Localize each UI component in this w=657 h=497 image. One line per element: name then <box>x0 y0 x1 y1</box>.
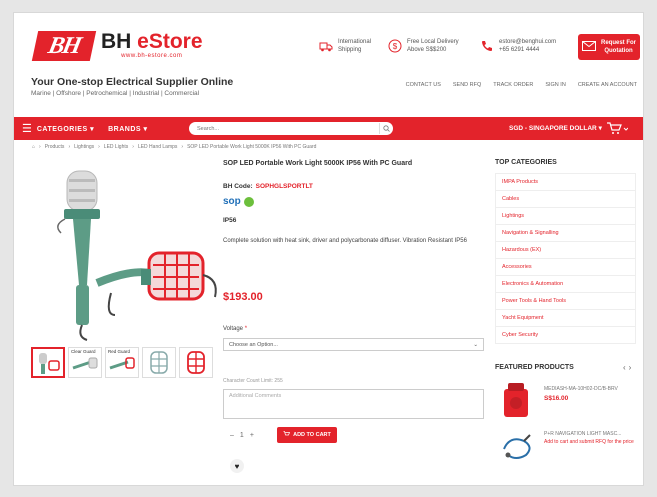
featured-product-name[interactable]: P+R NAVIGATION LIGHT MASC... <box>544 431 636 437</box>
svg-text:$: $ <box>393 42 398 51</box>
truck-icon <box>319 39 333 53</box>
create-account-link[interactable]: CREATE AN ACCOUNT <box>578 82 637 88</box>
email-link[interactable]: estore@benghui.com <box>499 38 556 46</box>
free-delivery: $ Free Local Delivery Above S$$200 <box>388 38 459 54</box>
voltage-select[interactable]: Choose an Option... ⌄ <box>223 338 484 351</box>
add-to-cart-button[interactable]: ADD TO CART <box>277 427 337 443</box>
comments-textarea[interactable]: Additional Comments <box>223 389 484 419</box>
breadcrumb-item[interactable]: LED Lights <box>104 144 128 150</box>
brands-menu[interactable]: BRANDS ▾ <box>108 125 147 133</box>
top-categories-list: IMPA Products Cables Lightings Navigatio… <box>495 173 636 344</box>
voltage-label: Voltage * <box>223 326 248 332</box>
thumbnail[interactable] <box>31 347 65 378</box>
cart-icon <box>283 431 291 439</box>
category-link[interactable]: Accessories <box>495 259 636 276</box>
logo-mark: BH <box>31 31 97 61</box>
character-limit: Character Count Limit: 255 <box>223 378 283 384</box>
track-order-link[interactable]: TRACK ORDER <box>493 82 533 88</box>
brand-logo[interactable]: sop <box>223 196 254 207</box>
currency-selector[interactable]: SGD - SINGAPORE DOLLAR ▾ <box>509 124 602 132</box>
phone-icon <box>480 39 494 53</box>
logo-url: www.bh-estore.com <box>121 53 183 59</box>
product-price: $193.00 <box>223 291 263 303</box>
logo[interactable]: BH BH eStore www.bh-estore.com <box>31 30 203 61</box>
product-description: Complete solution with heat sink, driver… <box>223 238 467 244</box>
mail-icon <box>582 40 596 54</box>
tagline: Your One-stop Electrical Supplier Online <box>31 76 234 88</box>
breadcrumb-current: SOP LED Portable Work Light 5000K IP56 W… <box>187 144 317 150</box>
increment-button[interactable]: + <box>250 432 254 439</box>
breadcrumb-item[interactable]: Products <box>45 144 65 150</box>
chevron-down-icon: ⌄ <box>473 341 478 348</box>
cart-icon[interactable] <box>606 122 629 140</box>
quantity-value[interactable]: 1 <box>240 432 244 439</box>
home-icon[interactable]: ⌂ <box>32 144 35 150</box>
bh-code: BH Code: SOPHGLSPORTLT <box>223 183 313 190</box>
category-link[interactable]: Power Tools & Hand Tools <box>495 293 636 310</box>
request-quotation-button[interactable]: Request For Quotation <box>578 34 640 60</box>
thumbnail-strip: Clear Guard Red Guard <box>31 347 213 378</box>
featured-product-name[interactable]: MEDIASH-MA-10H02-DC/B-BRV <box>544 386 636 392</box>
category-link[interactable]: Electronics & Automation <box>495 276 636 293</box>
wishlist-heart-icon[interactable]: ♥ <box>230 459 244 473</box>
phone-number[interactable]: +65 6291 4444 <box>499 46 556 54</box>
breadcrumb-item[interactable]: LED Hand Lamps <box>138 144 177 150</box>
thumbnail[interactable]: Red Guard <box>105 347 139 378</box>
carousel-arrows[interactable]: ‹› <box>623 363 634 372</box>
contact-info: estore@benghui.com +65 6291 4444 <box>480 38 556 54</box>
thumbnail[interactable] <box>179 347 213 378</box>
decrement-button[interactable]: – <box>230 432 234 439</box>
category-link[interactable]: Navigation & Signalling <box>495 225 636 242</box>
breadcrumb-item[interactable]: Lightings <box>74 144 94 150</box>
category-link[interactable]: IMPA Products <box>495 174 636 191</box>
search-bar <box>189 122 393 135</box>
quantity-stepper: – 1 + <box>230 432 254 439</box>
contact-us-link[interactable]: CONTACT US <box>406 82 441 88</box>
sign-in-link[interactable]: SIGN IN <box>545 82 565 88</box>
main-nav: ☰ CATEGORIES ▾ BRANDS ▾ SGD - SINGAPORE … <box>14 117 643 140</box>
product-main-image[interactable] <box>31 165 227 343</box>
product-title: SOP LED Portable Work Light 5000K IP56 W… <box>223 160 413 167</box>
thumbnail[interactable]: Clear Guard <box>68 347 102 378</box>
featured-product-image[interactable] <box>500 381 532 421</box>
search-input[interactable] <box>189 125 369 132</box>
menu-icon[interactable]: ☰ <box>22 122 32 135</box>
featured-product-image[interactable] <box>500 431 536 461</box>
category-link[interactable]: Lightings <box>495 208 636 225</box>
breadcrumb: ⌂ › Products › Lightings › LED Lights › LED … <box>32 144 317 150</box>
international-shipping: International Shipping <box>319 38 371 54</box>
thumbnail[interactable] <box>142 347 176 378</box>
featured-product-note: Add to cart and submit RFQ for the price <box>544 439 634 445</box>
send-rfq-link[interactable]: SEND RFQ <box>453 82 481 88</box>
category-link[interactable]: Hazardous (EX) <box>495 242 636 259</box>
page: BH BH eStore www.bh-estore.com Internati… <box>13 12 644 486</box>
categories-menu[interactable]: CATEGORIES ▾ <box>37 125 94 133</box>
category-link[interactable]: Cables <box>495 191 636 208</box>
featured-products-title: FEATURED PRODUCTS <box>495 364 574 371</box>
ip-rating: IP56 <box>223 217 237 224</box>
top-categories-title: TOP CATEGORIES <box>495 159 557 166</box>
featured-product-price: S$16.00 <box>544 395 569 402</box>
logo-name: BH eStore <box>101 30 203 53</box>
top-links: CONTACT US SEND RFQ TRACK ORDER SIGN IN … <box>406 82 637 88</box>
sectors: Marine | Offshore | Petrochemical | Indu… <box>31 90 200 97</box>
search-icon[interactable] <box>379 123 392 134</box>
category-link[interactable]: Cyber Security <box>495 327 636 344</box>
dollar-icon: $ <box>388 39 402 53</box>
category-link[interactable]: Yacht Equipment <box>495 310 636 327</box>
